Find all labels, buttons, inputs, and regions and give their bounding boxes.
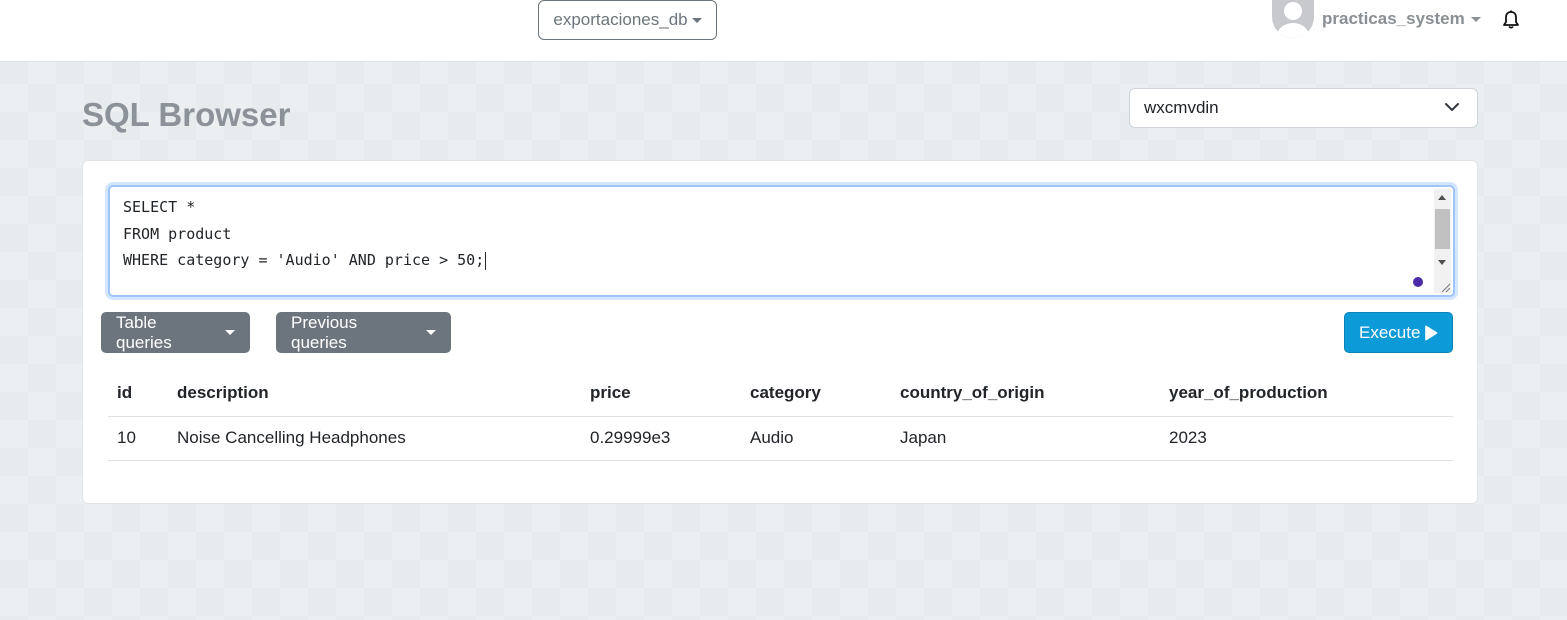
text-cursor <box>485 251 487 270</box>
caret-down-icon <box>225 330 235 335</box>
extension-dot-icon <box>1413 277 1423 287</box>
sql-editor[interactable]: SELECT * FROM product WHERE category = '… <box>108 185 1455 297</box>
top-navbar: exportaciones_db practicas_system <box>0 0 1567 62</box>
user-name: practicas_system <box>1322 9 1465 28</box>
column-header-description: description <box>168 371 581 417</box>
play-icon <box>1425 324 1438 341</box>
execute-button[interactable]: Execute <box>1344 312 1453 353</box>
cell-year-of-production: 2023 <box>1160 416 1453 461</box>
table-header-row: id description price category country_of… <box>108 371 1453 417</box>
column-header-price: price <box>581 371 741 417</box>
scroll-down-arrow-icon[interactable] <box>1438 260 1446 265</box>
page-title: SQL Browser <box>82 96 291 133</box>
bell-icon[interactable] <box>1502 10 1520 30</box>
previous-queries-label: Previous queries <box>291 312 358 352</box>
cell-category: Audio <box>741 416 891 461</box>
database-select-label: exportaciones_db <box>553 10 688 29</box>
code-line: WHERE category = 'Audio' AND price > 50; <box>123 247 487 274</box>
scroll-up-arrow-icon[interactable] <box>1438 195 1446 200</box>
column-header-category: category <box>741 371 891 417</box>
editor-scrollbar[interactable] <box>1434 189 1451 293</box>
connection-select-value: wxcmvdin <box>1144 98 1219 117</box>
sql-code: SELECT * FROM product WHERE category = '… <box>123 194 487 274</box>
column-header-year-of-production: year_of_production <box>1160 371 1453 417</box>
caret-down-icon <box>1470 16 1481 22</box>
scrollbar-thumb[interactable] <box>1435 209 1450 249</box>
results-table: id description price category country_of… <box>108 371 1453 461</box>
caret-down-icon <box>426 330 436 335</box>
user-menu[interactable]: practicas_system <box>1272 0 1481 38</box>
table-row: 10 Noise Cancelling Headphones 0.29999e3… <box>108 416 1453 461</box>
query-card: SELECT * FROM product WHERE category = '… <box>82 160 1478 504</box>
cell-id: 10 <box>108 416 168 461</box>
code-line: SELECT * <box>123 198 196 216</box>
cell-description: Noise Cancelling Headphones <box>168 416 581 461</box>
previous-queries-button[interactable]: Previous queries <box>276 312 451 353</box>
execute-label: Execute <box>1359 322 1421 342</box>
table-queries-label: Table queries <box>116 312 172 352</box>
column-header-id: id <box>108 371 168 417</box>
code-line-text: WHERE category = 'Audio' AND price > 50; <box>123 251 485 269</box>
connection-select[interactable]: wxcmvdin <box>1129 88 1478 128</box>
cell-country-of-origin: Japan <box>891 416 1160 461</box>
caret-down-icon <box>691 17 702 23</box>
avatar <box>1272 0 1314 38</box>
cell-price: 0.29999e3 <box>581 416 741 461</box>
database-select[interactable]: exportaciones_db <box>538 0 717 40</box>
table-queries-button[interactable]: Table queries <box>101 312 250 353</box>
column-header-country-of-origin: country_of_origin <box>891 371 1160 417</box>
code-line: FROM product <box>123 224 232 243</box>
resize-handle-icon[interactable] <box>1439 281 1451 293</box>
chevron-down-icon <box>1445 103 1459 111</box>
